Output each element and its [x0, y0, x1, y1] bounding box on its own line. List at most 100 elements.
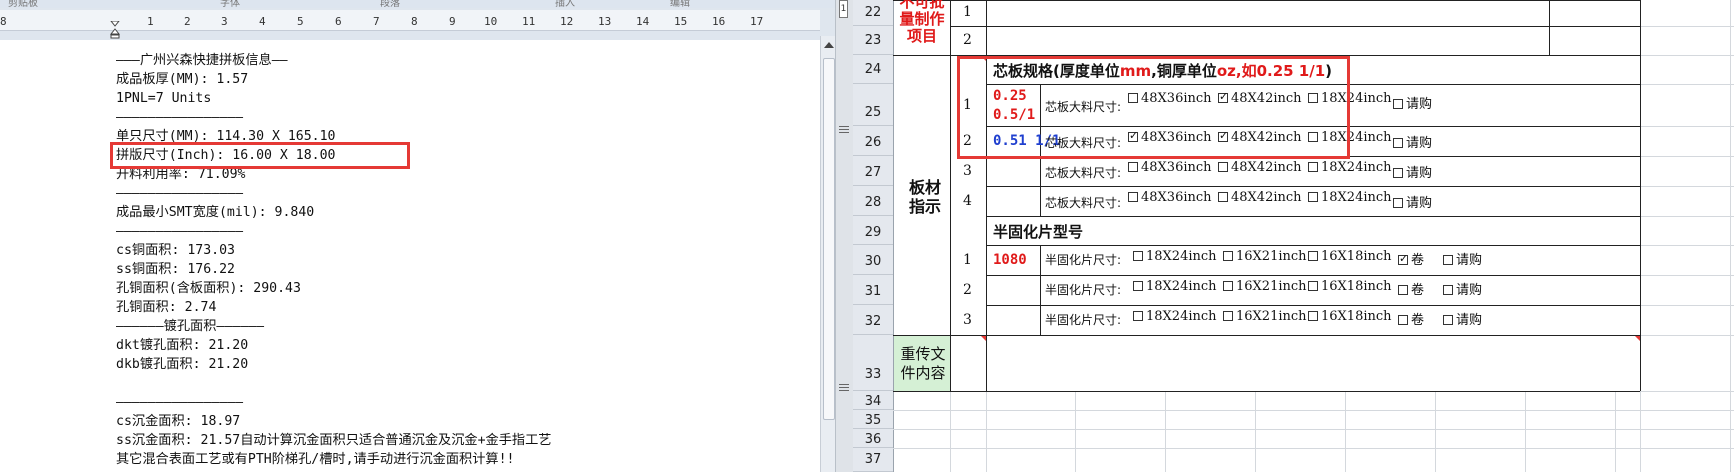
- checkbox[interactable]: [1393, 168, 1403, 178]
- cell-border: [986, 305, 1640, 306]
- core-size-label: 芯板大料尺寸:: [1045, 196, 1122, 210]
- pane-splitter[interactable]: 1: [835, 0, 854, 472]
- row-number[interactable]: 30: [853, 245, 893, 275]
- checkbox[interactable]: [1443, 255, 1453, 265]
- checkbox[interactable]: [1443, 285, 1453, 295]
- core-option[interactable]: 48X42inch: [1218, 160, 1302, 175]
- grid-line: [1640, 275, 1734, 276]
- row-number[interactable]: 36: [853, 429, 893, 448]
- comment-indicator-icon[interactable]: [1635, 336, 1640, 341]
- checkbox[interactable]: [1223, 311, 1233, 321]
- prepreg-option-label: 16X21inch: [1236, 279, 1307, 294]
- checkbox[interactable]: [1308, 251, 1318, 261]
- core-row-index: 3: [963, 163, 972, 179]
- prepreg-option[interactable]: 18X24inch: [1133, 249, 1217, 264]
- prepreg-row-index: 1: [963, 252, 972, 268]
- splitter-grip-line: [839, 384, 849, 385]
- prepreg-option[interactable]: 卷: [1398, 309, 1424, 328]
- core-option[interactable]: 请购: [1393, 192, 1432, 211]
- checkbox[interactable]: [1218, 192, 1228, 202]
- checkbox[interactable]: [1223, 281, 1233, 291]
- checkbox[interactable]: [1393, 138, 1403, 148]
- splitter-grip-line: [839, 132, 849, 133]
- checkbox[interactable]: [1308, 281, 1318, 291]
- cell-border: [1040, 245, 1041, 335]
- prepreg-option[interactable]: 请购: [1443, 309, 1482, 328]
- checkbox[interactable]: [1308, 311, 1318, 321]
- row-number[interactable]: 28: [853, 186, 893, 216]
- prepreg-option[interactable]: 16X18inch: [1308, 309, 1392, 324]
- checkbox[interactable]: [1308, 162, 1318, 172]
- core-option[interactable]: 48X36inch: [1128, 190, 1212, 205]
- core-option[interactable]: 请购: [1393, 162, 1432, 181]
- row-number[interactable]: 35: [853, 410, 893, 429]
- checkbox[interactable]: [1218, 162, 1228, 172]
- horizontal-ruler[interactable]: 8 1 2 3 4 5 6 7 8 9 10 11 12 13 14 15 16…: [0, 10, 820, 39]
- row-number[interactable]: 31: [853, 275, 893, 305]
- prepreg-option[interactable]: 请购: [1443, 279, 1482, 298]
- checkbox[interactable]: [1133, 311, 1143, 321]
- checkbox[interactable]: [1223, 251, 1233, 261]
- row-number[interactable]: 24: [853, 55, 893, 84]
- checkbox[interactable]: [1133, 281, 1143, 291]
- doc-line: ————————————————: [116, 186, 244, 201]
- core-option-label: 请购: [1406, 136, 1433, 151]
- row-number[interactable]: 33: [853, 335, 893, 391]
- ribbon-group-insert[interactable]: 插入: [555, 0, 575, 8]
- prepreg-option[interactable]: 16X21inch: [1223, 309, 1307, 324]
- row-number[interactable]: 32: [853, 305, 893, 335]
- checkbox[interactable]: [1398, 315, 1408, 325]
- checkbox[interactable]: [1393, 99, 1403, 109]
- prepreg-option[interactable]: 卷: [1398, 249, 1424, 268]
- prepreg-option[interactable]: 16X21inch: [1223, 279, 1307, 294]
- core-option[interactable]: 18X24inch: [1308, 190, 1392, 205]
- ribbon-group-paragraph[interactable]: 段落: [380, 0, 400, 8]
- checkbox[interactable]: [1308, 192, 1318, 202]
- checkbox[interactable]: [1128, 192, 1138, 202]
- prepreg-option[interactable]: 请购: [1443, 249, 1482, 268]
- checkbox[interactable]: [1398, 285, 1408, 295]
- prepreg-row-value[interactable]: 1080: [993, 251, 1027, 269]
- grid-line: [893, 410, 1734, 411]
- row-number[interactable]: 34: [853, 391, 893, 410]
- row-number[interactable]: 37: [853, 448, 893, 472]
- row-number[interactable]: 22: [853, 0, 893, 26]
- indent-marker-icon[interactable]: [110, 21, 120, 39]
- grid-line: [1640, 84, 1734, 85]
- checkbox[interactable]: [1133, 251, 1143, 261]
- cell-border: [893, 0, 1640, 1]
- checkbox[interactable]: [1393, 198, 1403, 208]
- checkbox[interactable]: [1128, 162, 1138, 172]
- core-option[interactable]: 48X42inch: [1218, 190, 1302, 205]
- row-number[interactable]: 27: [853, 156, 893, 186]
- checkbox-checked[interactable]: [1398, 255, 1408, 265]
- prepreg-option[interactable]: 卷: [1398, 279, 1424, 298]
- checkbox[interactable]: [1443, 315, 1453, 325]
- prepreg-option[interactable]: 16X18inch: [1308, 249, 1392, 264]
- row-number[interactable]: 26: [853, 126, 893, 156]
- prepreg-option[interactable]: 18X24inch: [1133, 279, 1217, 294]
- row-number[interactable]: 25: [853, 84, 893, 126]
- core-option[interactable]: 请购: [1393, 132, 1432, 151]
- prepreg-option[interactable]: 16X18inch: [1308, 279, 1392, 294]
- core-option[interactable]: 48X36inch: [1128, 160, 1212, 175]
- prepreg-option[interactable]: 16X21inch: [1223, 249, 1307, 264]
- core-option[interactable]: 18X24inch: [1308, 160, 1392, 175]
- ribbon-group-edit[interactable]: 编辑: [670, 0, 690, 8]
- cell-border: [1549, 0, 1550, 55]
- grid-line: [1640, 245, 1734, 246]
- core-option[interactable]: 请购: [1393, 93, 1432, 112]
- cell-border: [950, 26, 1640, 27]
- split-button[interactable]: 1: [839, 0, 848, 18]
- ruler-number: 3: [221, 15, 228, 28]
- scroll-up-arrow-icon[interactable]: [824, 42, 834, 48]
- ribbon-group-font[interactable]: 字体: [220, 0, 240, 8]
- cell-border: [893, 335, 1640, 336]
- document-scrollbar[interactable]: [820, 36, 835, 472]
- ribbon-group-clipboard[interactable]: 剪贴板: [8, 0, 38, 8]
- scrollbar-thumb[interactable]: [823, 58, 835, 420]
- prepreg-option[interactable]: 18X24inch: [1133, 309, 1217, 324]
- row-number[interactable]: 23: [853, 26, 893, 55]
- row-number[interactable]: 29: [853, 216, 893, 245]
- comment-indicator-icon[interactable]: [981, 336, 986, 341]
